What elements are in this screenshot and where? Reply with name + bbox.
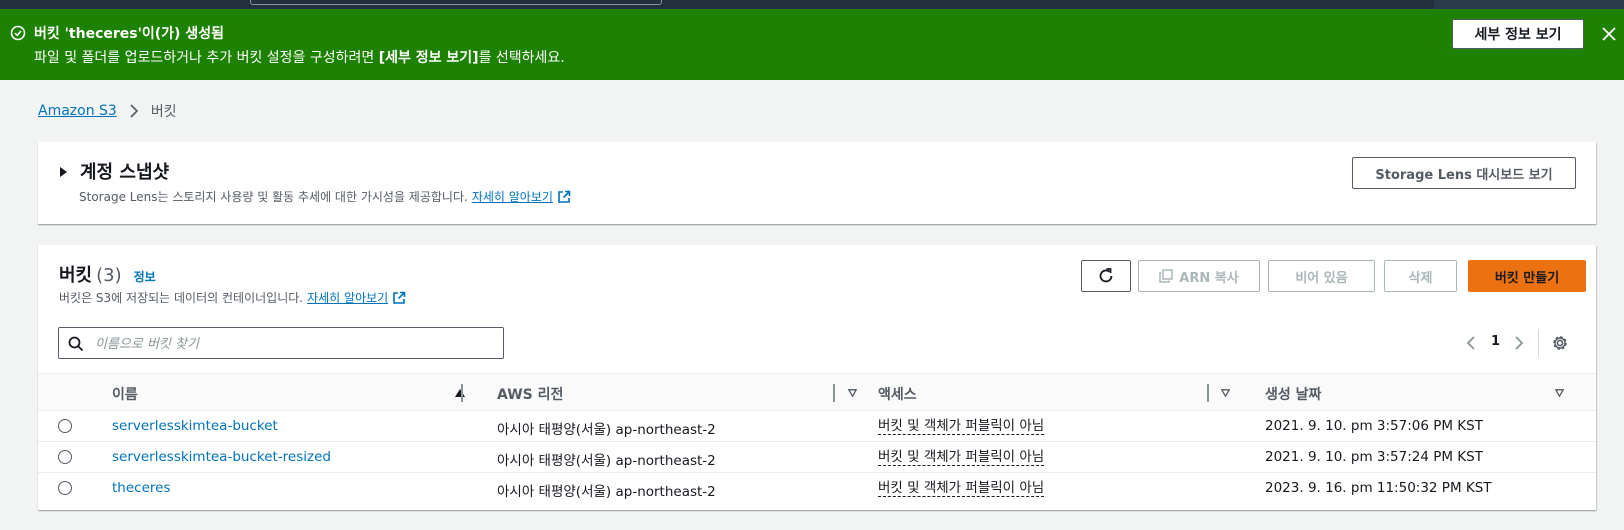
bucket-region: 아시아 태평양(서울) ap-northeast-2: [497, 484, 716, 500]
bucket-access[interactable]: 버킷 및 객체가 퍼블릭이 아님: [878, 480, 1045, 497]
create-bucket-button[interactable]: 버킷 만들기: [1468, 260, 1586, 292]
sort-ascending-icon[interactable]: [455, 389, 465, 397]
banner-message-bold: [세부 정보 보기]: [378, 50, 479, 66]
banner-message-text: 파일 및 폴더를 업로드하거나 추가 버킷 설정을 구성하려면: [34, 50, 379, 66]
account-snapshot-title[interactable]: 계정 스냅샷: [80, 158, 169, 184]
row-select-radio[interactable]: [58, 481, 72, 495]
top-nav-right-area: [1434, 0, 1624, 9]
column-header-name[interactable]: 이름: [112, 384, 138, 404]
bucket-region: 아시아 태평양(서울) ap-northeast-2: [497, 422, 716, 438]
column-resize-handle[interactable]: [833, 384, 835, 402]
expand-caret-icon[interactable]: [60, 167, 67, 177]
next-page-icon[interactable]: [1513, 335, 1525, 351]
global-search-edge[interactable]: [250, 0, 662, 5]
bucket-created-date: 2021. 9. 10. pm 3:57:24 PM KST: [1265, 449, 1483, 465]
breadcrumb-current: 버킷: [150, 104, 177, 120]
copy-arn-label: ARN 복사: [1179, 270, 1239, 286]
top-navigation-bar: [0, 0, 1624, 9]
gear-icon[interactable]: [1551, 334, 1569, 352]
view-details-button[interactable]: 세부 정보 보기: [1452, 19, 1584, 49]
buckets-description: 버킷은 S3에 저장되는 데이터의 컨테이너입니다. 자세히 알아보기: [59, 289, 406, 306]
bucket-search-input[interactable]: [93, 330, 497, 358]
pagination-divider: [1538, 329, 1539, 357]
bucket-name-link[interactable]: theceres: [112, 480, 170, 496]
column-resize-handle[interactable]: [461, 384, 463, 402]
search-icon: [68, 336, 84, 352]
success-check-icon: [10, 25, 26, 41]
account-snapshot-text: Storage Lens는 스토리지 사용량 및 활동 추세에 대한 가시성을 …: [79, 190, 468, 204]
buckets-title: 버킷: [59, 265, 93, 286]
buckets-count: (3): [96, 265, 122, 286]
column-header-region[interactable]: AWS 리전: [497, 384, 563, 404]
buckets-panel: 버킷 (3) 정보 버킷은 S3에 저장되는 데이터의 컨테이너입니다. 자세히…: [38, 245, 1596, 510]
bucket-name-link[interactable]: serverlesskimtea-bucket: [112, 418, 278, 434]
external-link-icon: [393, 291, 406, 304]
previous-page-icon[interactable]: [1465, 335, 1477, 351]
external-link-icon: [558, 190, 571, 203]
table-row[interactable]: serverlesskimtea-bucket 아시아 태평양(서울) ap-n…: [38, 411, 1596, 442]
table-row[interactable]: theceres 아시아 태평양(서울) ap-northeast-2 버킷 및…: [38, 473, 1596, 504]
current-page-number[interactable]: 1: [1491, 334, 1500, 349]
banner-title: 버킷 'theceres'이(가) 생성됨: [34, 26, 224, 42]
breadcrumb: Amazon S3 버킷: [38, 101, 177, 121]
bucket-region: 아시아 태평양(서울) ap-northeast-2: [497, 453, 716, 469]
close-icon[interactable]: [1601, 26, 1617, 42]
bucket-access[interactable]: 버킷 및 객체가 퍼블릭이 아님: [878, 449, 1045, 466]
buckets-header: 버킷 (3) 정보: [59, 261, 156, 287]
bucket-created-date: 2023. 9. 16. pm 11:50:32 PM KST: [1265, 480, 1492, 496]
sort-icon[interactable]: [1555, 389, 1564, 397]
info-link[interactable]: 정보: [134, 268, 156, 285]
chevron-right-icon: [130, 104, 138, 118]
account-snapshot-description: Storage Lens는 스토리지 사용량 및 활동 추세에 대한 가시성을 …: [79, 188, 571, 205]
copy-icon: [1159, 269, 1174, 283]
breadcrumb-amazon-s3[interactable]: Amazon S3: [38, 103, 117, 119]
bucket-name-link[interactable]: serverlesskimtea-bucket-resized: [112, 449, 331, 465]
column-header-created[interactable]: 생성 날짜: [1265, 384, 1321, 404]
row-select-radio[interactable]: [58, 450, 72, 464]
buckets-learn-more-link[interactable]: 자세히 알아보기: [307, 289, 388, 306]
learn-more-link[interactable]: 자세히 알아보기: [472, 188, 553, 205]
refresh-button[interactable]: [1081, 260, 1131, 292]
refresh-icon: [1099, 268, 1113, 283]
delete-bucket-button[interactable]: 삭제: [1384, 260, 1457, 292]
storage-lens-dashboard-button[interactable]: Storage Lens 대시보드 보기: [1352, 157, 1576, 189]
bucket-created-date: 2021. 9. 10. pm 3:57:06 PM KST: [1265, 418, 1483, 434]
table-row[interactable]: serverlesskimtea-bucket-resized 아시아 태평양(…: [38, 442, 1596, 473]
bucket-search-field[interactable]: [58, 327, 504, 359]
bucket-access[interactable]: 버킷 및 객체가 퍼블릭이 아님: [878, 418, 1045, 435]
bucket-table-header: 이름 AWS 리전 액세스 생성 날짜: [38, 373, 1596, 411]
sort-icon[interactable]: [1221, 389, 1230, 397]
banner-message-end: 를 선택하세요.: [478, 50, 565, 66]
copy-arn-button[interactable]: ARN 복사: [1138, 260, 1260, 292]
column-resize-handle[interactable]: [1207, 384, 1209, 402]
empty-bucket-button[interactable]: 비어 있음: [1268, 260, 1375, 292]
buckets-description-text: 버킷은 S3에 저장되는 데이터의 컨테이너입니다.: [59, 291, 304, 305]
sort-icon[interactable]: [848, 389, 857, 397]
banner-message: 파일 및 폴더를 업로드하거나 추가 버킷 설정을 구성하려면 [세부 정보 보…: [34, 47, 565, 67]
success-flash-banner: 버킷 'theceres'이(가) 생성됨 파일 및 폴더를 업로드하거나 추가…: [0, 9, 1624, 80]
row-select-radio[interactable]: [58, 419, 72, 433]
account-snapshot-panel: 계정 스냅샷 Storage Lens는 스토리지 사용량 및 활동 추세에 대…: [38, 142, 1596, 224]
column-header-access[interactable]: 액세스: [878, 384, 917, 404]
